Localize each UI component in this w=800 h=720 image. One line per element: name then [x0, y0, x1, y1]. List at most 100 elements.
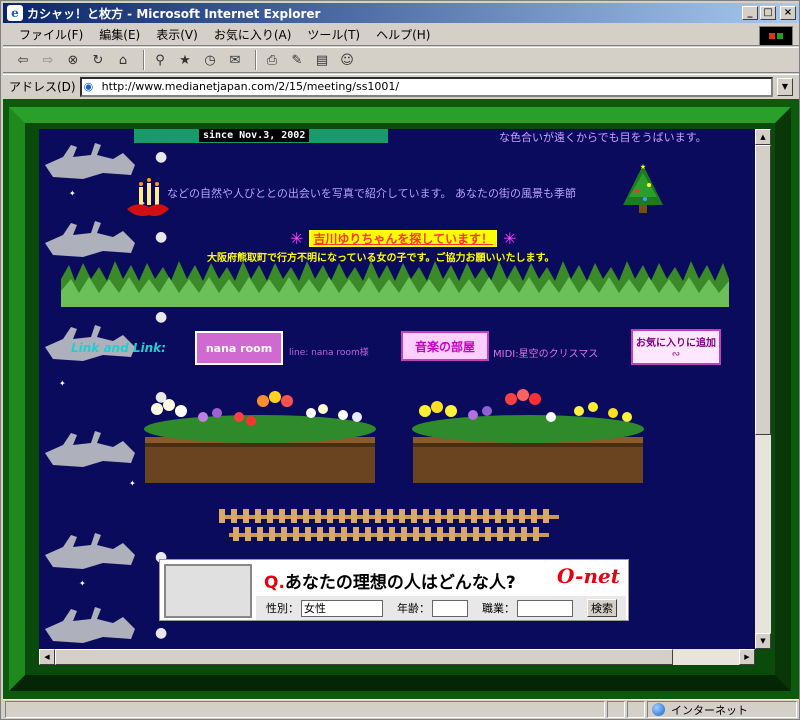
star-icon: ✦	[79, 579, 86, 588]
address-dropdown-button[interactable]: ▼	[777, 77, 793, 96]
toolbar: ⇦ ⇨ ⊗ ↻ ⌂ ⚲ ★ ◷ ✉ ⎙ ✎ ▤ ☺	[3, 47, 799, 73]
svg-text:★: ★	[640, 163, 646, 171]
home-icon[interactable]: ⌂	[113, 50, 133, 70]
onet-ad-banner: Q.あなたの理想の人はどんな人? O-net 性別： 年齢： 職業： 検索	[159, 559, 629, 621]
minimize-button[interactable]: _	[742, 6, 758, 20]
browser-window: e カシャッ！と枚方 - Microsoft Internet Explorer…	[0, 0, 800, 720]
menu-view[interactable]: 表示(V)	[148, 26, 206, 43]
age-label: 年齢：	[397, 602, 430, 615]
sleigh-icon	[45, 533, 135, 569]
ad-image-placeholder	[164, 564, 252, 618]
page-icon: ◉	[83, 79, 94, 93]
ad-question-prefix: Q.	[264, 573, 285, 593]
messenger-icon[interactable]: ☺	[337, 50, 357, 70]
vertical-scroll-thumb[interactable]	[755, 145, 771, 435]
since-label: since Nov.3, 2002	[199, 129, 310, 142]
grass-decoration	[61, 261, 729, 307]
globe-icon	[652, 703, 665, 716]
title-bar: e カシャッ！と枚方 - Microsoft Internet Explorer…	[3, 3, 799, 23]
star-icon: ✦	[69, 189, 76, 198]
candles-icon	[127, 178, 169, 217]
wooden-fence	[219, 509, 559, 541]
star-icon: ✦	[129, 479, 136, 488]
menu-edit[interactable]: 編集(E)	[91, 26, 148, 43]
print-icon[interactable]: ⎙	[262, 50, 282, 70]
address-label: アドレス(D)	[9, 80, 76, 94]
status-cell	[627, 701, 645, 718]
missing-child-link[interactable]: 吉川ゆりちゃんを探しています！	[309, 230, 498, 247]
content-area: ✦ ✦ ✦ ✦ ✦ ✦ ● ● ● ● ● ● ● since Nov.3, 2…	[3, 99, 799, 699]
maximize-button[interactable]: □	[760, 6, 776, 20]
bell-icon: ●	[155, 309, 168, 325]
music-room-banner-text: 音楽の部屋	[414, 339, 475, 354]
address-input[interactable]: ◉ http://www.medianetjapan.com/2/15/meet…	[79, 76, 773, 97]
security-zone-label: インターネット	[671, 703, 748, 717]
vertical-scrollbar[interactable]: ▲ ▼	[755, 129, 771, 649]
toolbar-separator	[255, 50, 257, 70]
ad-search-form: 性別： 年齢： 職業： 検索	[256, 596, 626, 620]
star-icon: ✦	[59, 379, 66, 388]
christmas-tree-icon: ★	[623, 163, 663, 213]
horizontal-scrollbar[interactable]: ◀ ▶	[39, 649, 755, 665]
back-icon[interactable]: ⇦	[13, 50, 33, 70]
nana-room-caption: line: nana room様	[289, 348, 369, 358]
job-field[interactable]	[517, 599, 573, 617]
top-right-text: な色合いが遠くからでも目をうばいます。	[499, 131, 707, 144]
onet-logo[interactable]: O-net	[557, 564, 620, 588]
scroll-up-button[interactable]: ▲	[755, 129, 771, 145]
address-bar: アドレス(D) ◉ http://www.medianetjapan.com/2…	[3, 74, 799, 98]
ribbon-icon: ∾	[671, 349, 681, 360]
intro-text: などの自然や人びととの出会いを写真で紹介しています。 あなたの街の風景も季節	[167, 187, 576, 200]
add-favorite-banner-text: お気に入りに追加	[636, 338, 716, 349]
sleigh-icon	[45, 431, 135, 467]
bell-icon: ●	[155, 625, 168, 641]
windows-logo-icon	[759, 26, 793, 46]
music-caption: MIDI:星空のクリスマス	[493, 349, 599, 360]
scroll-right-button[interactable]: ▶	[739, 649, 755, 665]
toolbar-separator	[143, 50, 145, 70]
search-icon[interactable]: ⚲	[150, 50, 170, 70]
ad-question: Q.あなたの理想の人はどんな人?	[264, 568, 516, 593]
bell-icon: ●	[155, 149, 168, 165]
add-favorite-banner[interactable]: お気に入りに追加 ∾	[631, 329, 721, 365]
status-bar: インターネット	[3, 699, 799, 719]
mail-icon[interactable]: ✉	[225, 50, 245, 70]
sparkle-icon: ✳	[503, 229, 517, 248]
window-title: カシャッ！と枚方 - Microsoft Internet Explorer	[27, 6, 321, 21]
gender-label: 性別：	[266, 602, 299, 615]
menu-favorites[interactable]: お気に入り(A)	[206, 26, 300, 43]
nana-room-banner[interactable]: nana room	[195, 331, 283, 365]
menu-help[interactable]: ヘルプ(H)	[368, 26, 438, 43]
menu-file[interactable]: ファイル(F)	[11, 26, 91, 43]
ad-search-button[interactable]: 検索	[587, 599, 617, 617]
menu-tools[interactable]: ツール(T)	[299, 26, 368, 43]
scroll-left-button[interactable]: ◀	[39, 649, 55, 665]
address-url: http://www.medianetjapan.com/2/15/meetin…	[101, 80, 400, 93]
menu-bar: ファイル(F) 編集(E) 表示(V) お気に入り(A) ツール(T) ヘルプ(…	[3, 24, 799, 46]
history-icon[interactable]: ◷	[200, 50, 220, 70]
ad-question-text: あなたの理想の人はどんな人?	[284, 573, 516, 593]
horizontal-scroll-thumb[interactable]	[55, 649, 673, 665]
nana-room-banner-text: nana room	[205, 341, 273, 355]
refresh-icon[interactable]: ↻	[88, 50, 108, 70]
close-button[interactable]: ×	[780, 6, 796, 20]
sparkle-icon: ✳	[290, 229, 304, 248]
scroll-down-button[interactable]: ▼	[755, 633, 771, 649]
discuss-icon[interactable]: ▤	[312, 50, 332, 70]
security-zone: インターネット	[647, 701, 797, 718]
missing-child-line: ✳ 吉川ゆりちゃんを探しています！ ✳	[284, 229, 522, 248]
age-field[interactable]	[432, 599, 468, 617]
links-label: Link and Link:	[71, 341, 166, 355]
favorites-icon[interactable]: ★	[175, 50, 195, 70]
stop-icon[interactable]: ⊗	[63, 50, 83, 70]
web-page: ✦ ✦ ✦ ✦ ✦ ✦ ● ● ● ● ● ● ● since Nov.3, 2…	[39, 129, 755, 649]
flower-planter-right	[412, 389, 644, 483]
sleigh-icon	[45, 607, 135, 643]
edit-icon[interactable]: ✎	[287, 50, 307, 70]
flower-planter-left	[144, 391, 376, 483]
music-room-banner[interactable]: 音楽の部屋	[401, 331, 489, 361]
gender-field[interactable]	[301, 599, 383, 617]
status-cell	[607, 701, 625, 718]
status-text-area	[5, 701, 605, 718]
forward-icon[interactable]: ⇨	[38, 50, 58, 70]
